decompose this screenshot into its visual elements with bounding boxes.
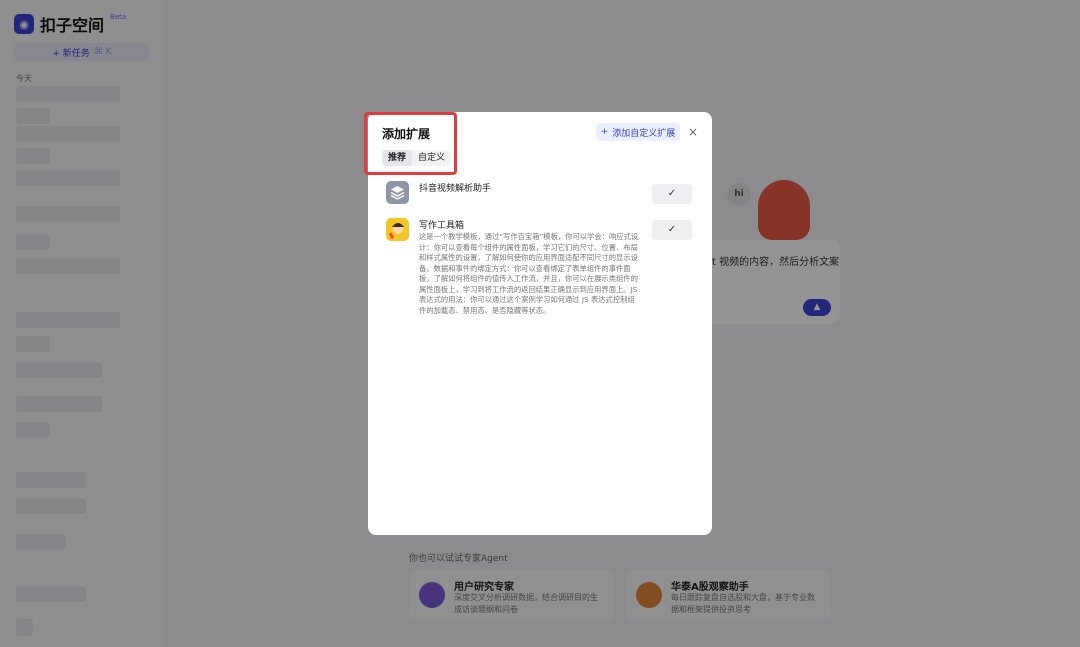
extension-description: 这是一个教学模板，通过“写作百宝箱”模板，你可以学会：响应式设计：你可以查看每个… <box>419 232 639 315</box>
add-extension-dialog: 添加扩展 推荐 自定义 + 添加自定义扩展 × 抖音视频解析助手 ✓ 写作工具箱… <box>368 112 712 535</box>
add-custom-extension-button[interactable]: + 添加自定义扩展 <box>596 123 680 141</box>
extension-item: 写作工具箱 这是一个教学模板，通过“写作百宝箱”模板，你可以学会：响应式设计：你… <box>386 218 706 318</box>
annotation-highlight-box <box>364 112 457 175</box>
extension-name: 写作工具箱 <box>419 221 465 231</box>
added-check-button[interactable]: ✓ <box>652 220 692 240</box>
writing-avatar-icon <box>386 218 409 241</box>
extension-item: 抖音视频解析助手 ✓ <box>386 181 706 207</box>
add-custom-label: 添加自定义扩展 <box>612 128 676 139</box>
layers-icon <box>386 181 409 204</box>
plus-icon: + <box>600 127 609 137</box>
close-icon[interactable]: × <box>686 123 700 141</box>
added-check-button[interactable]: ✓ <box>652 184 692 204</box>
extension-name: 抖音视频解析助手 <box>419 184 492 194</box>
